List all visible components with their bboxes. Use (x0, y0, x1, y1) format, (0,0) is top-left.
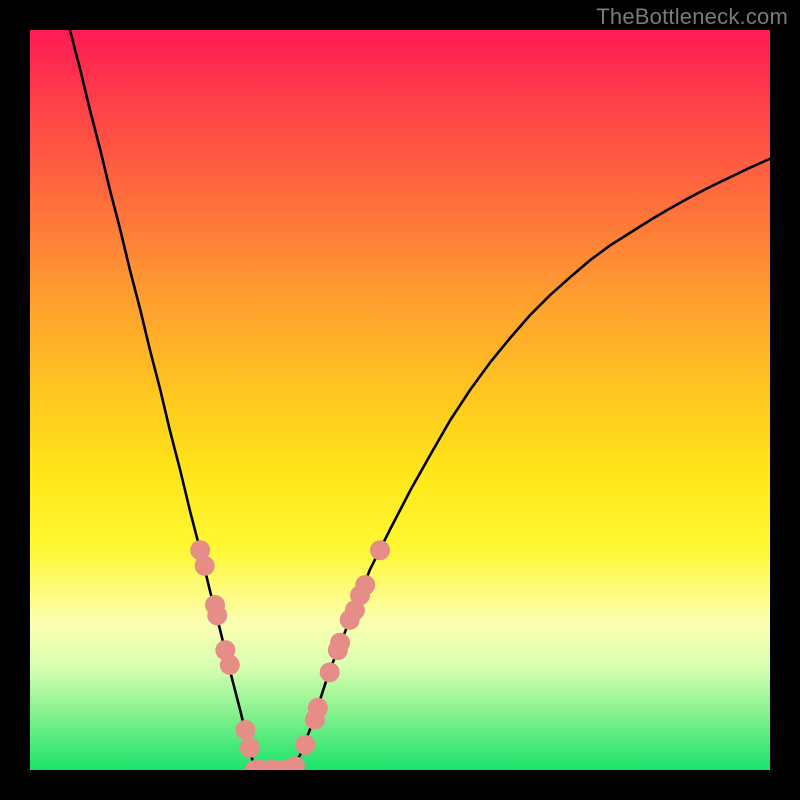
curve-marker (308, 698, 328, 718)
chart-frame: TheBottleneck.com (0, 0, 800, 800)
watermark-text: TheBottleneck.com (596, 4, 788, 30)
chart-svg (30, 30, 770, 770)
curve-marker (285, 756, 305, 770)
curve-marker (355, 575, 375, 595)
curve-marker (195, 556, 215, 576)
bottleneck-curve (70, 30, 770, 770)
curve-marker (235, 720, 255, 740)
curve-marker (240, 738, 260, 758)
curve-marker (295, 735, 315, 755)
curve-marker (207, 605, 227, 625)
curve-markers (190, 540, 390, 770)
plot-area (30, 30, 770, 770)
curve-marker (220, 655, 240, 675)
curve-marker (320, 662, 340, 682)
curve-marker (370, 540, 390, 560)
curve-marker (330, 633, 350, 653)
